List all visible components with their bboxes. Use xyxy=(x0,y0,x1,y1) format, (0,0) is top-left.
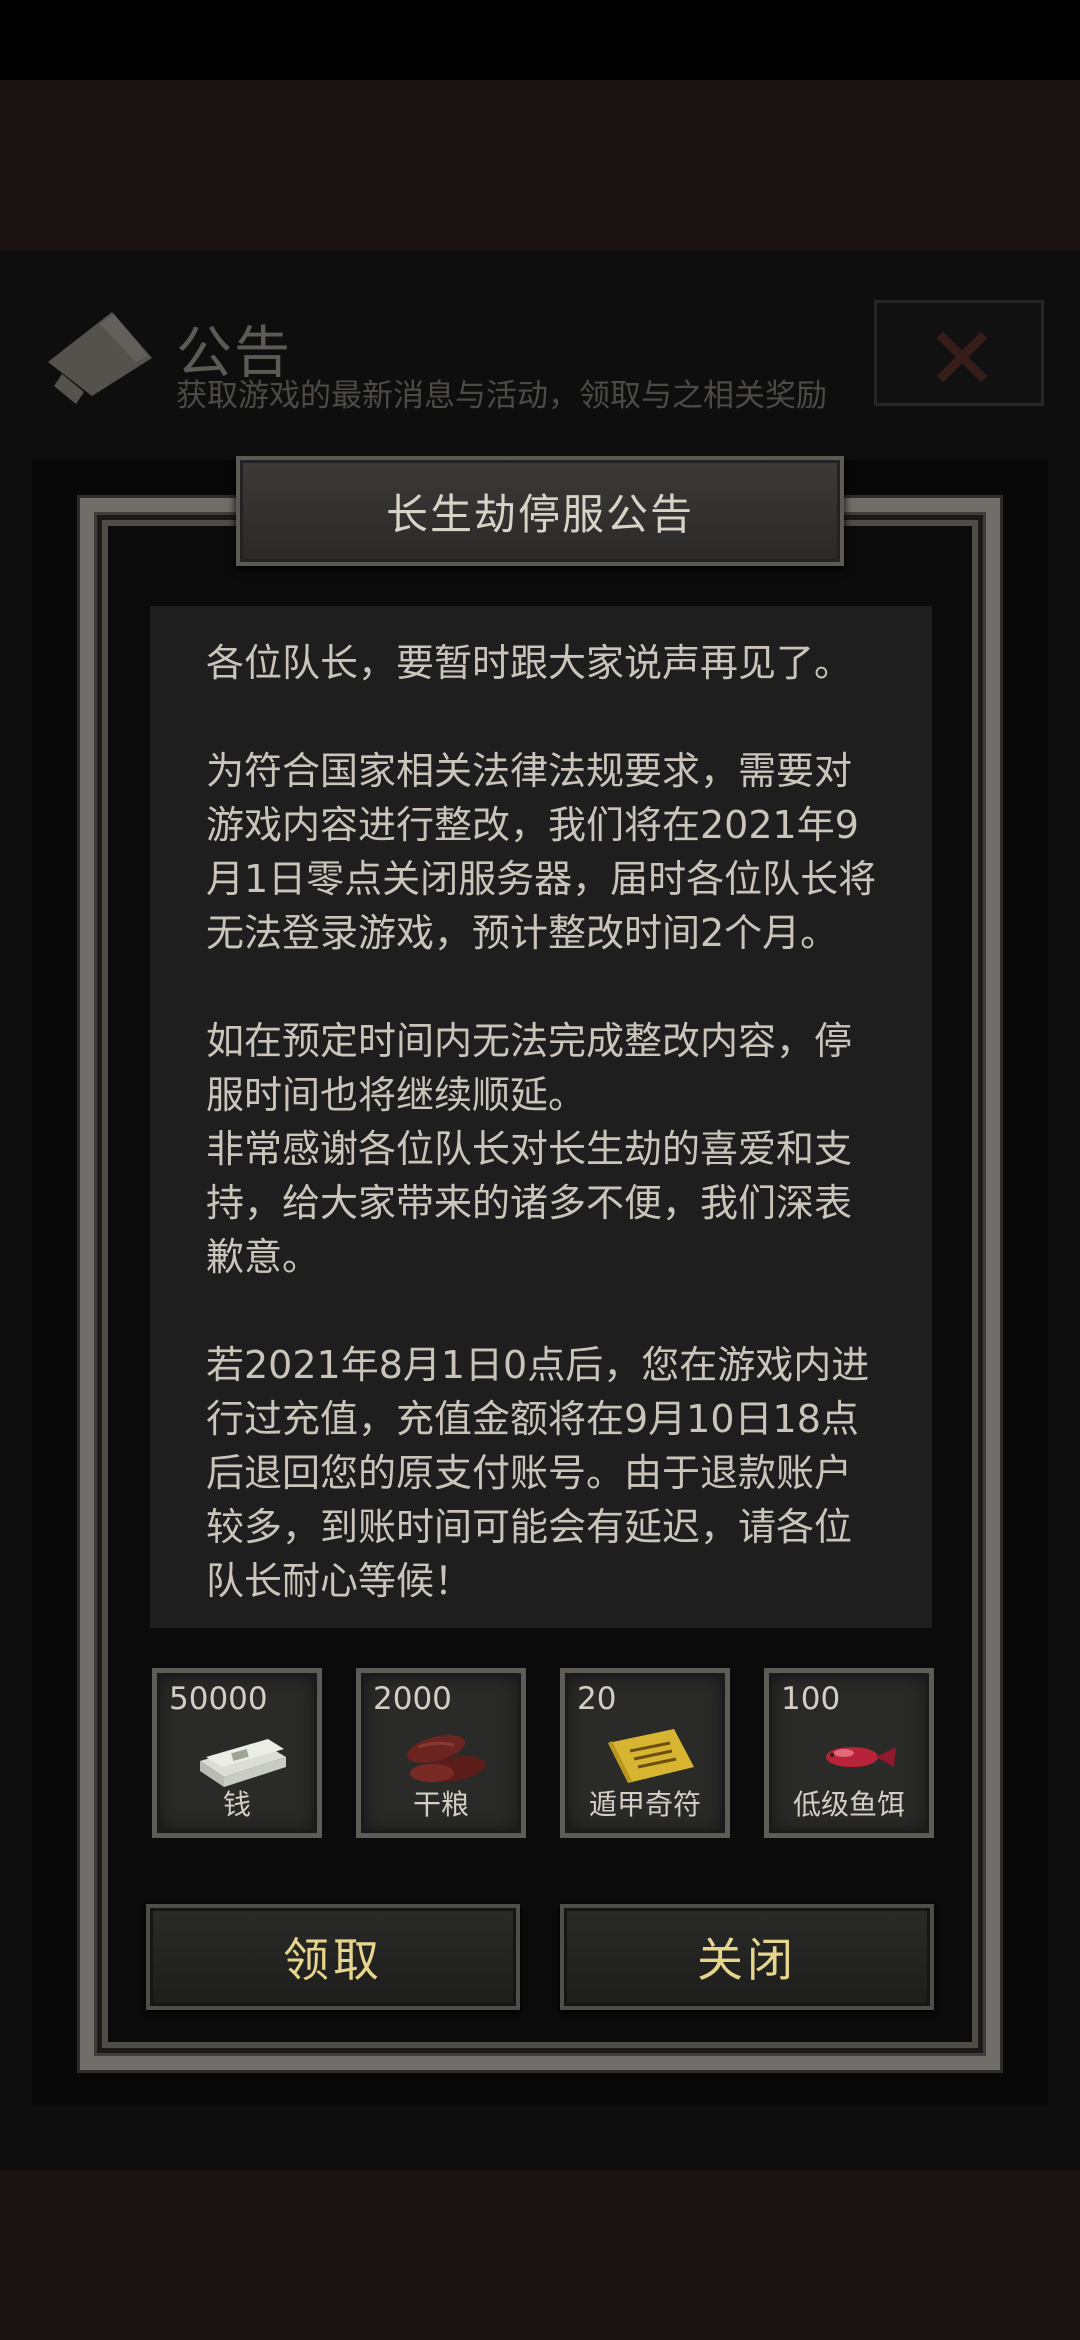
notice-paragraph: 为符合国家相关法律法规要求，需要对游戏内容进行整改，我们将在2021年9月1日零… xyxy=(206,749,877,955)
notice-paragraph: 各位队长，要暂时跟大家说声再见了。 xyxy=(206,641,853,685)
notice-paragraph: 非常感谢各位队长对长生劫的喜爱和支持，给大家带来的诸多不便，我们深表歉意。 xyxy=(206,1127,853,1279)
reward-count: 20 xyxy=(577,1681,617,1717)
close-button[interactable]: 关闭 xyxy=(560,1904,934,2010)
close-button-label: 关闭 xyxy=(697,1933,797,1987)
reward-item-rations[interactable]: 2000 干粮 xyxy=(356,1668,526,1838)
reward-count: 2000 xyxy=(373,1681,452,1717)
reward-name: 低级鱼饵 xyxy=(792,1788,905,1821)
close-icon xyxy=(936,331,988,383)
notice-content: 各位队长，要暂时跟大家说声再见了。 为符合国家相关法律法规要求，需要对游戏内容进… xyxy=(150,606,932,1628)
header-subtitle: 获取游戏的最新消息与活动，领取与之相关奖励 xyxy=(176,378,827,414)
reward-count: 50000 xyxy=(169,1681,268,1717)
reward-name: 干粮 xyxy=(412,1788,469,1821)
status-bar xyxy=(0,0,1080,80)
claim-button-label: 领取 xyxy=(283,1933,383,1987)
reward-item-talisman[interactable]: 20 遁甲奇符 xyxy=(560,1668,730,1838)
modal-title-plate: 长生劫停服公告 xyxy=(236,456,844,566)
modal-title: 长生劫停服公告 xyxy=(385,489,694,539)
reward-count: 100 xyxy=(781,1681,841,1717)
reward-item-money[interactable]: 50000 钱 xyxy=(152,1668,322,1838)
reward-name: 遁甲奇符 xyxy=(588,1788,701,1821)
reward-name: 钱 xyxy=(222,1788,251,1821)
top-letterbox xyxy=(0,80,1080,250)
reward-item-fish-bait[interactable]: 100 低级鱼饵 xyxy=(764,1668,934,1838)
claim-button[interactable]: 领取 xyxy=(146,1904,520,2010)
bottom-letterbox xyxy=(0,2170,1080,2340)
header-close-button[interactable] xyxy=(874,300,1044,406)
announcement-header: 公告 获取游戏的最新消息与活动，领取与之相关奖励 xyxy=(0,290,1080,420)
notice-paragraph: 若2021年8月1日0点后，您在游戏内进行过充值，充值金额将在9月10日18点后… xyxy=(206,1343,870,1603)
notice-paragraph: 如在预定时间内无法完成整改内容，停服时间也将继续顺延。 xyxy=(206,1019,853,1117)
megaphone-icon xyxy=(40,300,160,410)
